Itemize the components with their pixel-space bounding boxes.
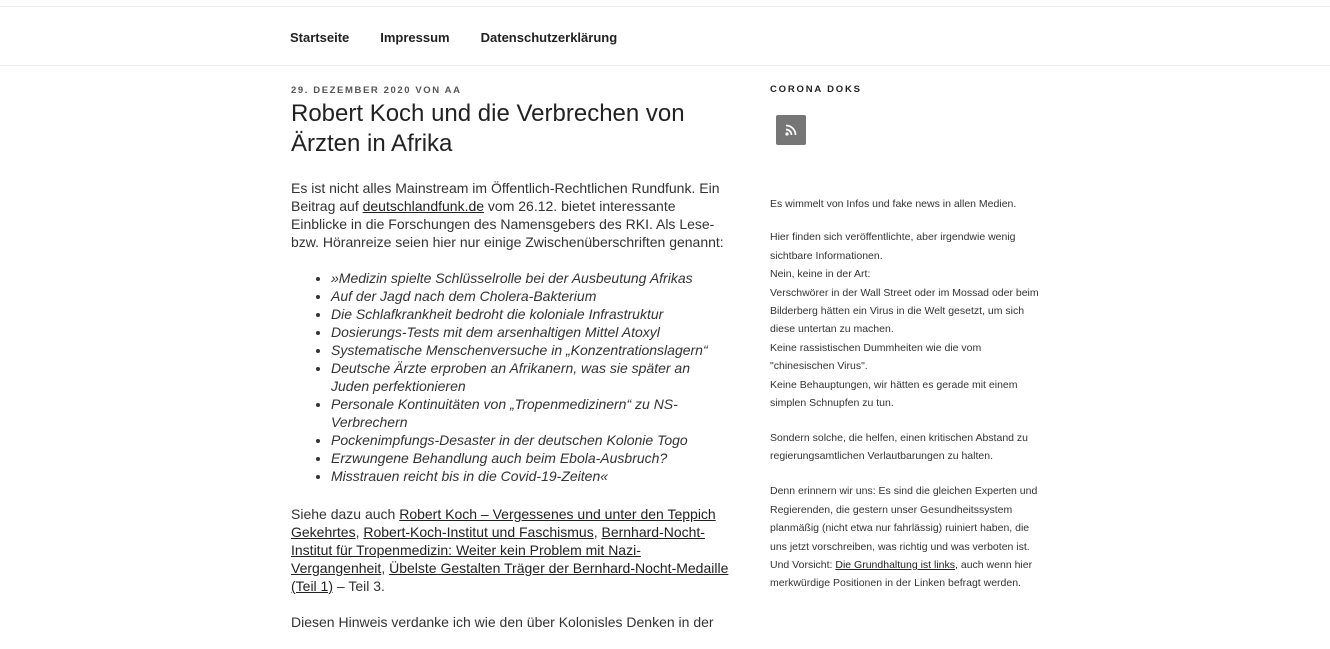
widget-title: Corona Doks: [770, 84, 862, 95]
rki-faschismus-link[interactable]: Robert-Koch-Institut und Faschismus: [363, 524, 593, 540]
nav-impressum[interactable]: Impressum: [380, 30, 449, 45]
grundhaltung-link[interactable]: Die Grundhaltung ist links: [835, 559, 955, 571]
list-item: Deutsche Ärzte erproben an Afrikanern, w…: [331, 359, 731, 395]
nav-datenschutz[interactable]: Datenschutzerklärung: [481, 30, 618, 45]
post-content: Es ist nicht alles Mainstream im Öffentl…: [291, 179, 731, 631]
sidebar-paragraph-2: Hier finden sich veröffentlichte, aber i…: [770, 228, 1040, 412]
deutschlandfunk-link[interactable]: deutschlandfunk.de: [363, 198, 484, 214]
list-item: Dosierungs-Tests mit dem arsenhaltigen M…: [331, 323, 731, 341]
see-also-suffix: – Teil 3.: [333, 578, 385, 594]
sidebar-line: Keine rassistischen Dummheiten wie die v…: [770, 341, 982, 373]
cut-off-paragraph: Diesen Hinweis verdanke ich wie den über…: [291, 614, 714, 630]
sidebar-line: Verschwörer in der Wall Street oder im M…: [770, 286, 1039, 336]
main-menu: Startseite Impressum Datenschutzerklärun…: [290, 30, 648, 45]
list-item: Misstrauen reicht bis in die Covid-19-Ze…: [331, 467, 731, 485]
sidebar: Corona Doks Es wimmelt von Infos und fak…: [770, 84, 1040, 609]
blog-post: 29. Dezember 2020 von AA Robert Koch und…: [291, 85, 731, 649]
nav-startseite[interactable]: Startseite: [290, 30, 349, 45]
list-item: Auf der Jagd nach dem Cholera-Bakterium: [331, 287, 731, 305]
sidebar-line: Hier finden sich veröffentlichte, aber i…: [770, 231, 1016, 262]
rss-icon: [785, 124, 797, 136]
top-navigation: Startseite Impressum Datenschutzerklärun…: [0, 7, 1330, 66]
sidebar-line: Keine Behauptungen, wir hätten es gerade…: [770, 378, 1018, 410]
list-item: Pockenimpfungs-Desaster in der deutschen…: [331, 431, 731, 449]
list-item: Personale Kontinuitäten von „Tropenmediz…: [331, 395, 731, 431]
intro-paragraph: Es ist nicht alles Mainstream im Öffentl…: [291, 179, 731, 251]
sidebar-paragraph-1: Es wimmelt von Infos und fake news in al…: [770, 198, 1017, 210]
post-title[interactable]: Robert Koch und die Verbrechen von Ärzte…: [291, 99, 731, 159]
post-meta: 29. Dezember 2020 von AA: [291, 85, 462, 96]
rss-button[interactable]: [776, 115, 806, 145]
sidebar-paragraph-3: Sondern solche, die helfen, einen kritis…: [770, 431, 1029, 463]
list-item: Systematische Menschenversuche in „Konze…: [331, 341, 731, 359]
sidebar-line: Nein, keine in der Art:: [770, 268, 871, 281]
list-item: Die Schlafkrankheit bedroht die kolonial…: [331, 305, 731, 323]
see-also-prefix: Siehe dazu auch: [291, 506, 400, 522]
list-item: »Medizin spielte Schlüsselrolle bei der …: [331, 269, 731, 287]
separator: ,: [381, 560, 390, 576]
sidebar-paragraph-4: Denn erinnern wir uns: Es sind die gleic…: [770, 482, 1040, 592]
see-also-paragraph: Siehe dazu auch Robert Koch – Vergessene…: [291, 505, 731, 595]
subheading-list: »Medizin spielte Schlüsselrolle bei der …: [291, 269, 731, 485]
list-item: Erzwungene Behandlung auch beim Ebola-Au…: [331, 449, 731, 467]
